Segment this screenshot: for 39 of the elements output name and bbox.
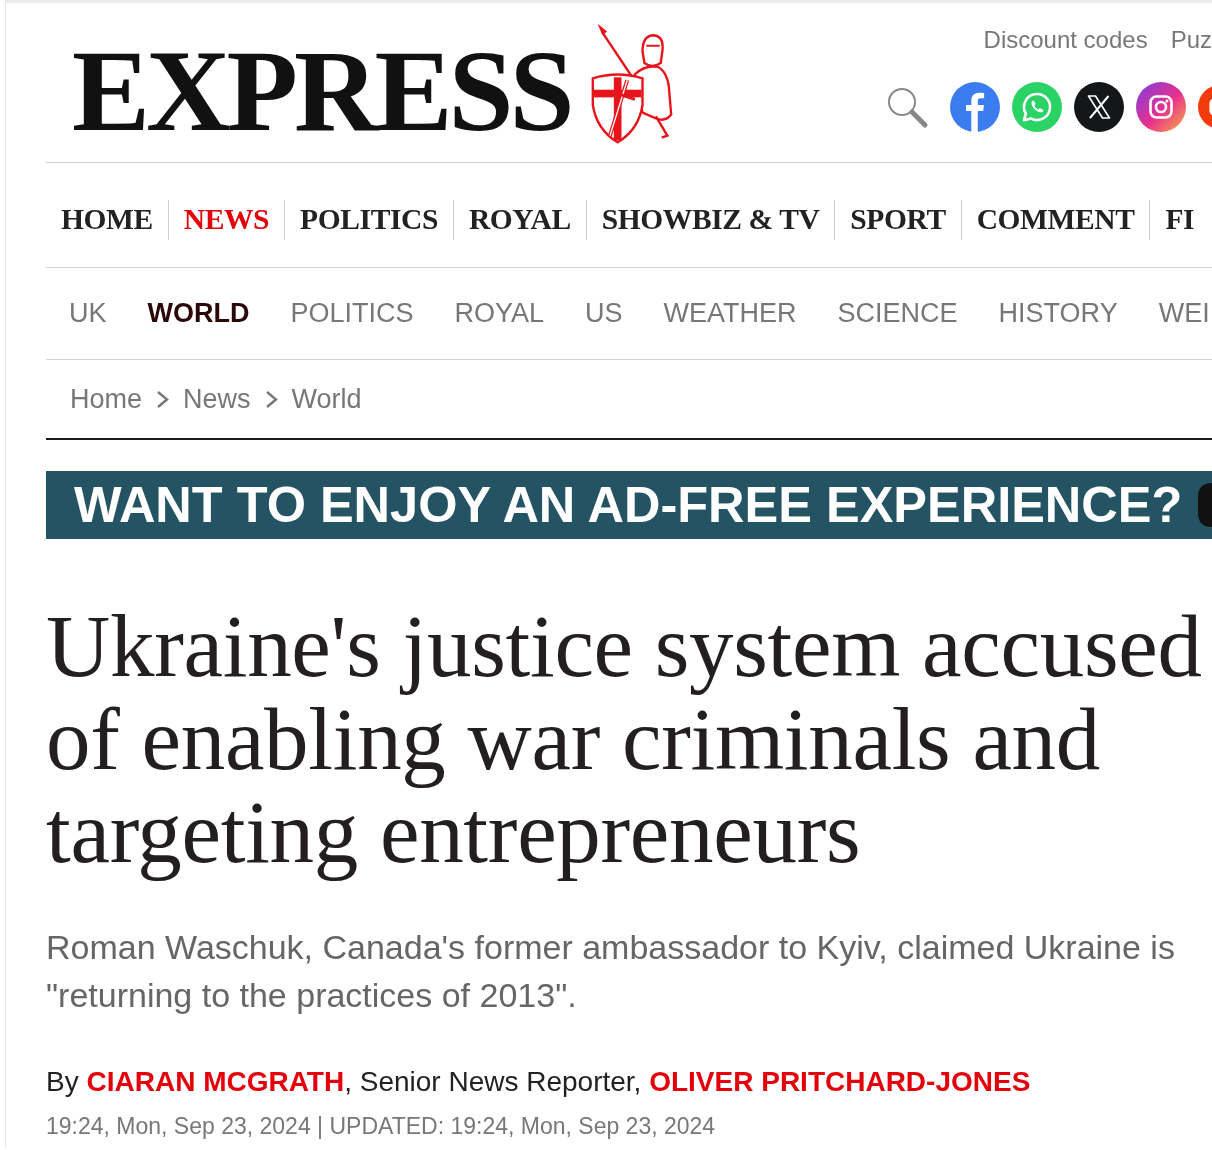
section-link[interactable]: UK xyxy=(69,297,107,330)
header-link[interactable]: Discount codes xyxy=(983,28,1148,52)
chevron-icon xyxy=(264,389,278,409)
phone-bubble-icon[interactable] xyxy=(1012,82,1062,132)
section-link[interactable]: POLITICS xyxy=(290,297,414,330)
header-link[interactable]: Puz xyxy=(1170,28,1212,52)
byline: By CIARAN MCGRATH, Senior News Reporter, OLIVER PRITCHARD-JONES xyxy=(46,1066,1032,1098)
nav-link[interactable]: FI xyxy=(1150,202,1195,238)
section-link[interactable]: US xyxy=(585,297,623,330)
breadcrumb-link[interactable]: World xyxy=(291,378,362,420)
nav-link[interactable]: ROYAL xyxy=(453,202,586,238)
nav-link[interactable]: HOME xyxy=(46,202,168,238)
breadcrumb-link[interactable]: Home xyxy=(70,378,143,420)
nav-link[interactable]: NEWS xyxy=(168,202,285,238)
camera-icon[interactable] xyxy=(1136,82,1186,132)
logo-wordmark[interactable]: EXPRESS xyxy=(72,32,571,149)
chevron-icon xyxy=(156,389,170,409)
article-headline: Ukraine's justice system accused of enabling war criminals and targeting entrepreneurs xyxy=(46,600,1203,879)
author-link[interactable]: CIARAN MCGRATH xyxy=(86,1066,345,1097)
nav-link[interactable]: SHOWBIZ & TV xyxy=(586,202,835,238)
f-letter-icon[interactable] xyxy=(950,82,1000,132)
publish-date: 19:24, Mon, Sep 23, 2024 | UPDATED: 19:24, Mon, Sep 23, 2024 xyxy=(46,1112,717,1141)
banner-heading: WANT TO ENJOY AN AD-FREE EXPERIENCE? xyxy=(74,479,1183,531)
pill-button[interactable] xyxy=(1198,483,1212,527)
breadcrumb-link[interactable]: News xyxy=(183,378,251,420)
section-link[interactable]: WEATHER xyxy=(663,297,797,330)
author-link[interactable]: OLIVER PRITCHARD-JONES xyxy=(649,1066,1031,1097)
section-link[interactable]: WEI xyxy=(1158,297,1210,330)
search-icon[interactable] xyxy=(885,85,929,129)
promo-banner[interactable]: WANT TO ENJOY AN AD-FREE EXPERIENCE? xyxy=(46,471,1212,539)
section-link[interactable]: SCIENCE xyxy=(837,297,958,330)
section-link[interactable]: ROYAL xyxy=(454,297,545,330)
nav-link[interactable]: COMMENT xyxy=(961,202,1150,238)
nav-link[interactable]: SPORT xyxy=(835,202,961,238)
nav-link[interactable]: POLITICS xyxy=(285,202,453,238)
section-link[interactable]: HISTORY xyxy=(998,297,1118,330)
section-link[interactable]: WORLD xyxy=(147,297,250,330)
article-standfirst: Roman Waschuk, Canada's former ambassador to Kyiv, claimed Ukraine is "returning to the practices of 2013". xyxy=(46,927,1176,1016)
x-letter-icon[interactable] xyxy=(1074,82,1124,132)
